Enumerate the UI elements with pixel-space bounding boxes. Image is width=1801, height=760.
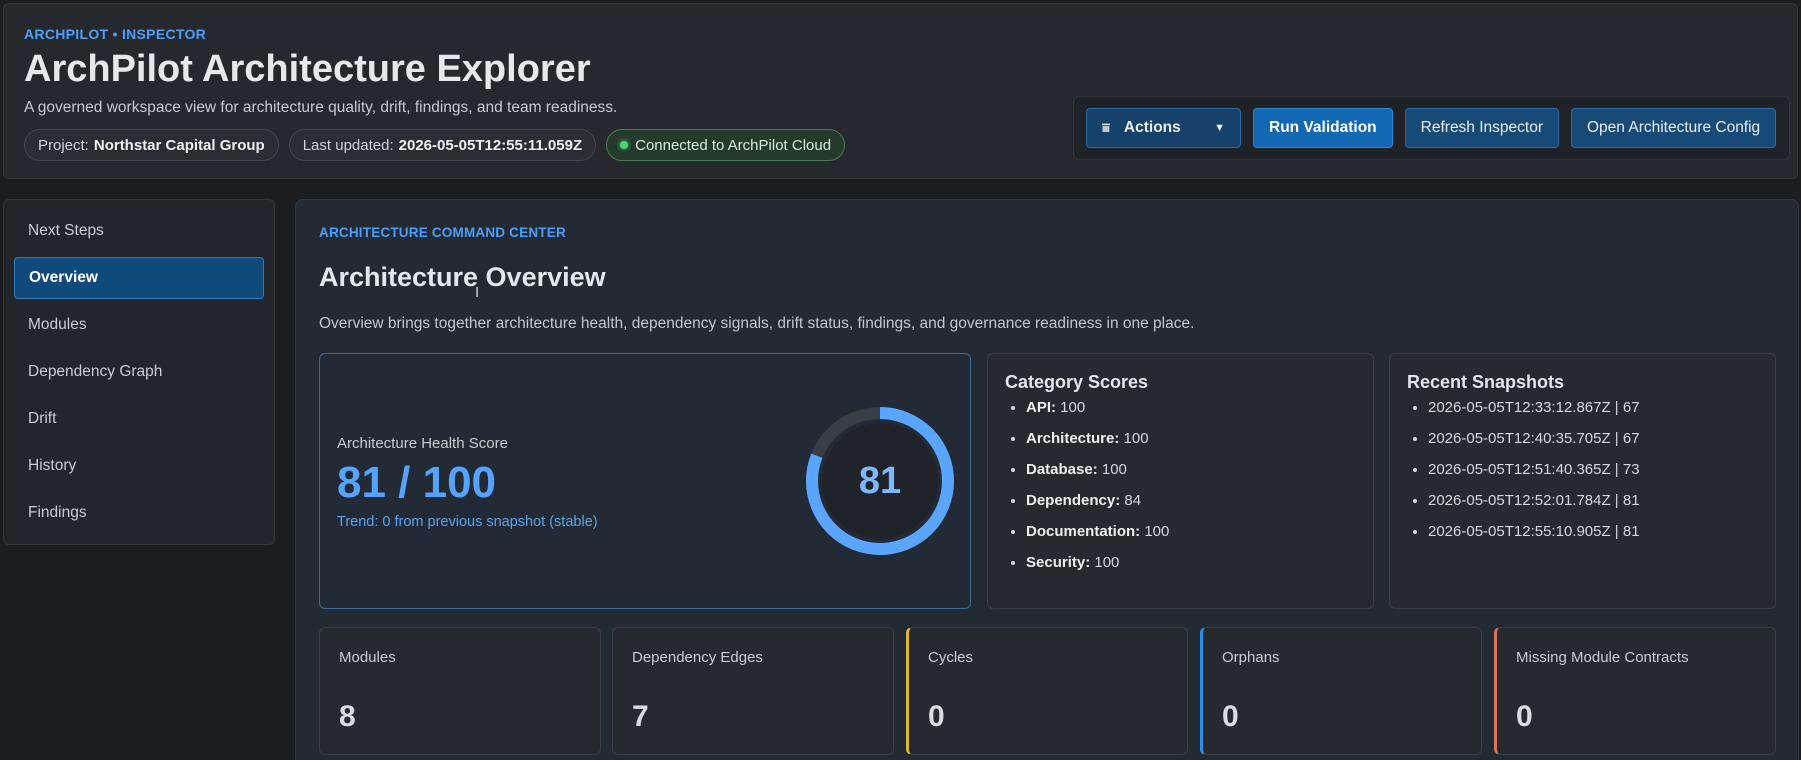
list-item: Documentation: 100 [1026, 522, 1169, 553]
recent-snapshots-title: Recent Snapshots [1407, 372, 1565, 392]
ring-value: 81 [858, 459, 902, 502]
recent-snapshots-card: Recent Snapshots 2026-05-05T12:33:12.867… [1389, 353, 1776, 609]
sidebar-item-drift[interactable]: Drift [14, 398, 264, 440]
metric-label: Modules [339, 649, 396, 666]
category-name: API: [1026, 399, 1056, 416]
header-actions: ⩸ Actions ▼ Run Validation Refresh Inspe… [1073, 96, 1790, 160]
metric-value: 0 [1222, 700, 1239, 733]
sidebar-item-next-steps[interactable]: Next Steps [14, 210, 264, 252]
page-description: Overview brings together architecture he… [319, 315, 1195, 332]
app-title: ArchPilot Architecture Explorer [24, 48, 591, 90]
metric-card-missing-contracts: Missing Module Contracts 0 [1494, 627, 1776, 755]
connection-status-text: Connected to ArchPilot Cloud [635, 136, 832, 154]
list-item: Security: 100 [1026, 553, 1169, 584]
metric-value: 8 [339, 700, 356, 733]
category-value: 84 [1124, 492, 1142, 509]
sidebar-item-dependency-graph[interactable]: Dependency Graph [14, 351, 264, 393]
actions-dropdown-button[interactable]: ⩸ Actions ▼ [1086, 108, 1241, 148]
metric-value: 0 [928, 700, 945, 733]
category-name: Documentation: [1026, 523, 1141, 540]
project-value: Northstar Capital Group [93, 136, 265, 154]
category-value: 100 [1144, 523, 1170, 540]
sidebar-item-modules[interactable]: Modules [14, 304, 264, 346]
project-chip: Project: Northstar Capital Group [24, 129, 279, 161]
metric-label: Cycles [928, 649, 974, 666]
text-cursor-icon: I [475, 284, 480, 301]
metric-label: Dependency Edges [632, 649, 763, 666]
category-scores-title: Category Scores [1005, 372, 1149, 392]
metric-card-cycles: Cycles 0 [906, 627, 1188, 755]
category-scores-list: API: 100 Architecture: 100 Database: 100… [1026, 398, 1169, 584]
category-name: Security: [1026, 554, 1091, 571]
updated-chip: Last updated: 2026-05-05T12:55:11.059Z [288, 129, 597, 161]
list-item: Database: 100 [1026, 460, 1169, 491]
recent-snapshots-list: 2026-05-05T12:33:12.867Z | 67 2026-05-05… [1428, 398, 1640, 553]
list-item: 2026-05-05T12:52:01.784Z | 81 [1428, 491, 1640, 522]
page-title: Architecture Overview [319, 262, 606, 292]
metric-card-modules: Modules 8 [319, 627, 601, 755]
category-name: Database: [1026, 461, 1098, 478]
category-value: 100 [1060, 399, 1086, 416]
refresh-inspector-button[interactable]: Refresh Inspector [1404, 108, 1559, 148]
health-score-card: Architecture Health Score 81 / 100 Trend… [319, 353, 971, 609]
health-score-value: 81 / 100 [337, 458, 497, 507]
health-score-label: Architecture Health Score [337, 435, 508, 452]
chevron-down-icon: ▼ [1214, 122, 1225, 134]
category-scores-card: Category Scores API: 100 Architecture: 1… [987, 353, 1374, 609]
health-trend: Trend: 0 from previous snapshot (stable) [337, 514, 598, 530]
app-header: ARCHPILOT • INSPECTOR ArchPilot Architec… [3, 3, 1798, 179]
category-name: Dependency: [1026, 492, 1121, 509]
run-validation-button[interactable]: Run Validation [1253, 108, 1393, 148]
category-value: 100 [1123, 430, 1149, 447]
section-eyebrow: ARCHITECTURE COMMAND CENTER [319, 225, 566, 240]
metric-value: 7 [632, 700, 649, 733]
project-label: Project: [38, 136, 89, 154]
list-item: Dependency: 84 [1026, 491, 1169, 522]
list-item: 2026-05-05T12:55:10.905Z | 81 [1428, 522, 1640, 553]
app-eyebrow: ARCHPILOT • INSPECTOR [24, 26, 207, 42]
list-item: 2026-05-05T12:40:35.705Z | 67 [1428, 429, 1640, 460]
metric-card-dependency-edges: Dependency Edges 7 [612, 627, 894, 755]
list-item: 2026-05-05T12:33:12.867Z | 67 [1428, 398, 1640, 429]
actions-label: Actions [1123, 119, 1181, 136]
app-subtitle: A governed workspace view for architectu… [24, 99, 618, 116]
list-item: Architecture: 100 [1026, 429, 1169, 460]
open-config-button[interactable]: Open Architecture Config [1571, 108, 1777, 148]
main-panel: ARCHITECTURE COMMAND CENTER Architecture… [295, 199, 1799, 760]
list-item: 2026-05-05T12:51:40.365Z | 73 [1428, 460, 1640, 491]
status-chips: Project: Northstar Capital Group Last up… [24, 129, 846, 161]
updated-value: 2026-05-05T12:55:11.059Z [398, 136, 583, 154]
connection-status-badge: Connected to ArchPilot Cloud [606, 129, 846, 161]
metric-card-orphans: Orphans 0 [1200, 627, 1482, 755]
status-dot-icon [620, 141, 629, 149]
category-value: 100 [1101, 461, 1127, 478]
metric-value: 0 [1516, 700, 1533, 733]
sidebar-nav: Next Steps Overview Modules Dependency G… [3, 199, 275, 545]
updated-label: Last updated: [302, 136, 394, 154]
sidebar-item-findings[interactable]: Findings [14, 492, 264, 534]
sidebar-item-overview[interactable]: Overview [14, 257, 264, 299]
metric-label: Missing Module Contracts [1516, 649, 1689, 666]
filter-icon: ⩸ [1102, 120, 1110, 135]
metric-label: Orphans [1222, 649, 1280, 666]
category-name: Architecture: [1026, 430, 1120, 447]
list-item: API: 100 [1026, 398, 1169, 429]
category-value: 100 [1094, 554, 1120, 571]
sidebar-item-history[interactable]: History [14, 445, 264, 487]
